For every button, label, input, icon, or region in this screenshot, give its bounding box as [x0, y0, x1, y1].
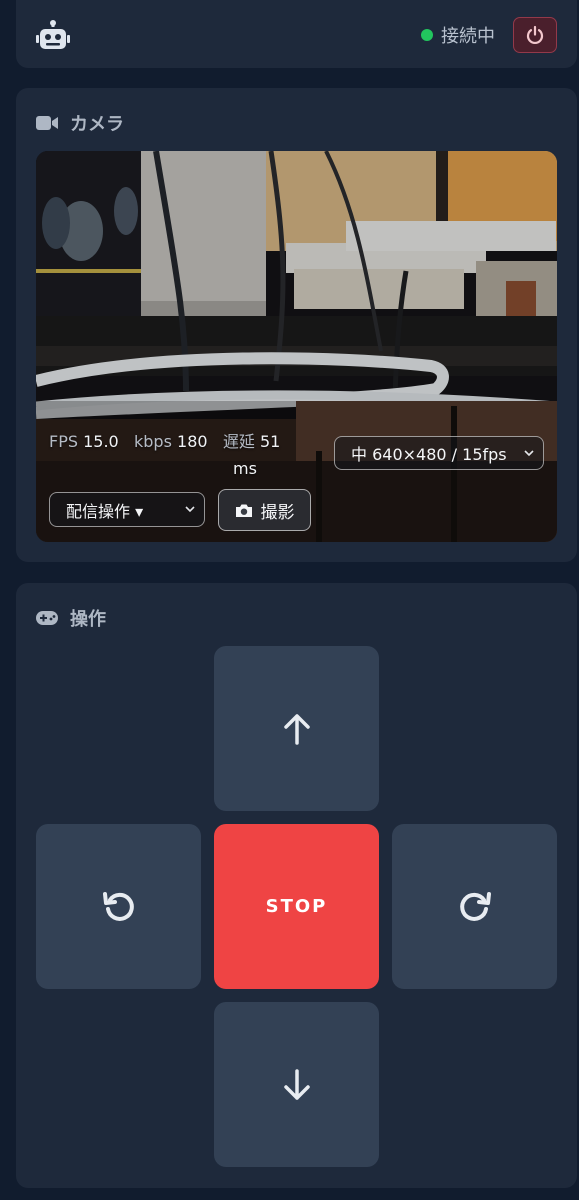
power-button[interactable]: [513, 17, 557, 53]
latency-label: 遅延: [222, 432, 255, 451]
rotate-left-button[interactable]: [36, 824, 201, 989]
camera-feed: FPS 15.0 kbps 180 遅延 51 ms 中 640×480 / 1…: [36, 151, 557, 542]
connection-status: 接続中: [421, 22, 495, 48]
stream-stats: FPS 15.0 kbps 180 遅延 51 ms: [49, 428, 319, 482]
arrow-up-icon: [283, 713, 310, 745]
stop-button-label: STOP: [265, 896, 328, 917]
stream-control-value: 配信操作 ▾: [66, 501, 144, 521]
kbps-value: 180: [177, 432, 208, 451]
backward-button[interactable]: [214, 1002, 379, 1167]
latency-unit: ms: [233, 459, 257, 478]
arrow-down-icon: [283, 1068, 310, 1100]
rotate-right-icon: [459, 891, 491, 921]
stream-control-select[interactable]: 配信操作 ▾: [49, 492, 205, 527]
top-bar: 接続中: [16, 0, 577, 68]
camera-frame-image: [36, 151, 557, 542]
robot-icon: [36, 20, 70, 52]
status-dot-icon: [421, 29, 433, 41]
video-camera-icon: [36, 116, 58, 130]
camera-title-text: カメラ: [70, 114, 124, 135]
stop-button[interactable]: STOP: [214, 824, 379, 989]
forward-button[interactable]: [214, 646, 379, 811]
quality-select-value: 中 640×480 / 15fps: [351, 445, 507, 464]
connection-status-text: 接続中: [441, 26, 495, 47]
gamepad-icon: [36, 611, 58, 625]
chevron-down-icon: [524, 450, 534, 457]
latency-value: 51: [259, 432, 281, 451]
control-panel: 操作 STOP: [16, 583, 577, 1188]
control-title-text: 操作: [70, 609, 106, 630]
chevron-down-icon: [185, 506, 195, 513]
camera-icon: [235, 504, 252, 517]
camera-panel-title: カメラ: [36, 110, 124, 136]
control-panel-title: 操作: [36, 605, 106, 631]
power-icon: [526, 25, 544, 44]
fps-label: FPS: [49, 432, 79, 451]
quality-select[interactable]: 中 640×480 / 15fps: [334, 436, 544, 470]
fps-value: 15.0: [83, 432, 119, 451]
snapshot-button[interactable]: 撮影: [218, 489, 311, 531]
rotate-left-icon: [102, 891, 134, 921]
rotate-right-button[interactable]: [392, 824, 557, 989]
snapshot-button-label: 撮影: [260, 502, 295, 523]
camera-panel: カメラ FPS 15.0 kbps 180 遅延 51 ms 中 640×480…: [16, 88, 577, 562]
kbps-label: kbps: [134, 432, 172, 451]
